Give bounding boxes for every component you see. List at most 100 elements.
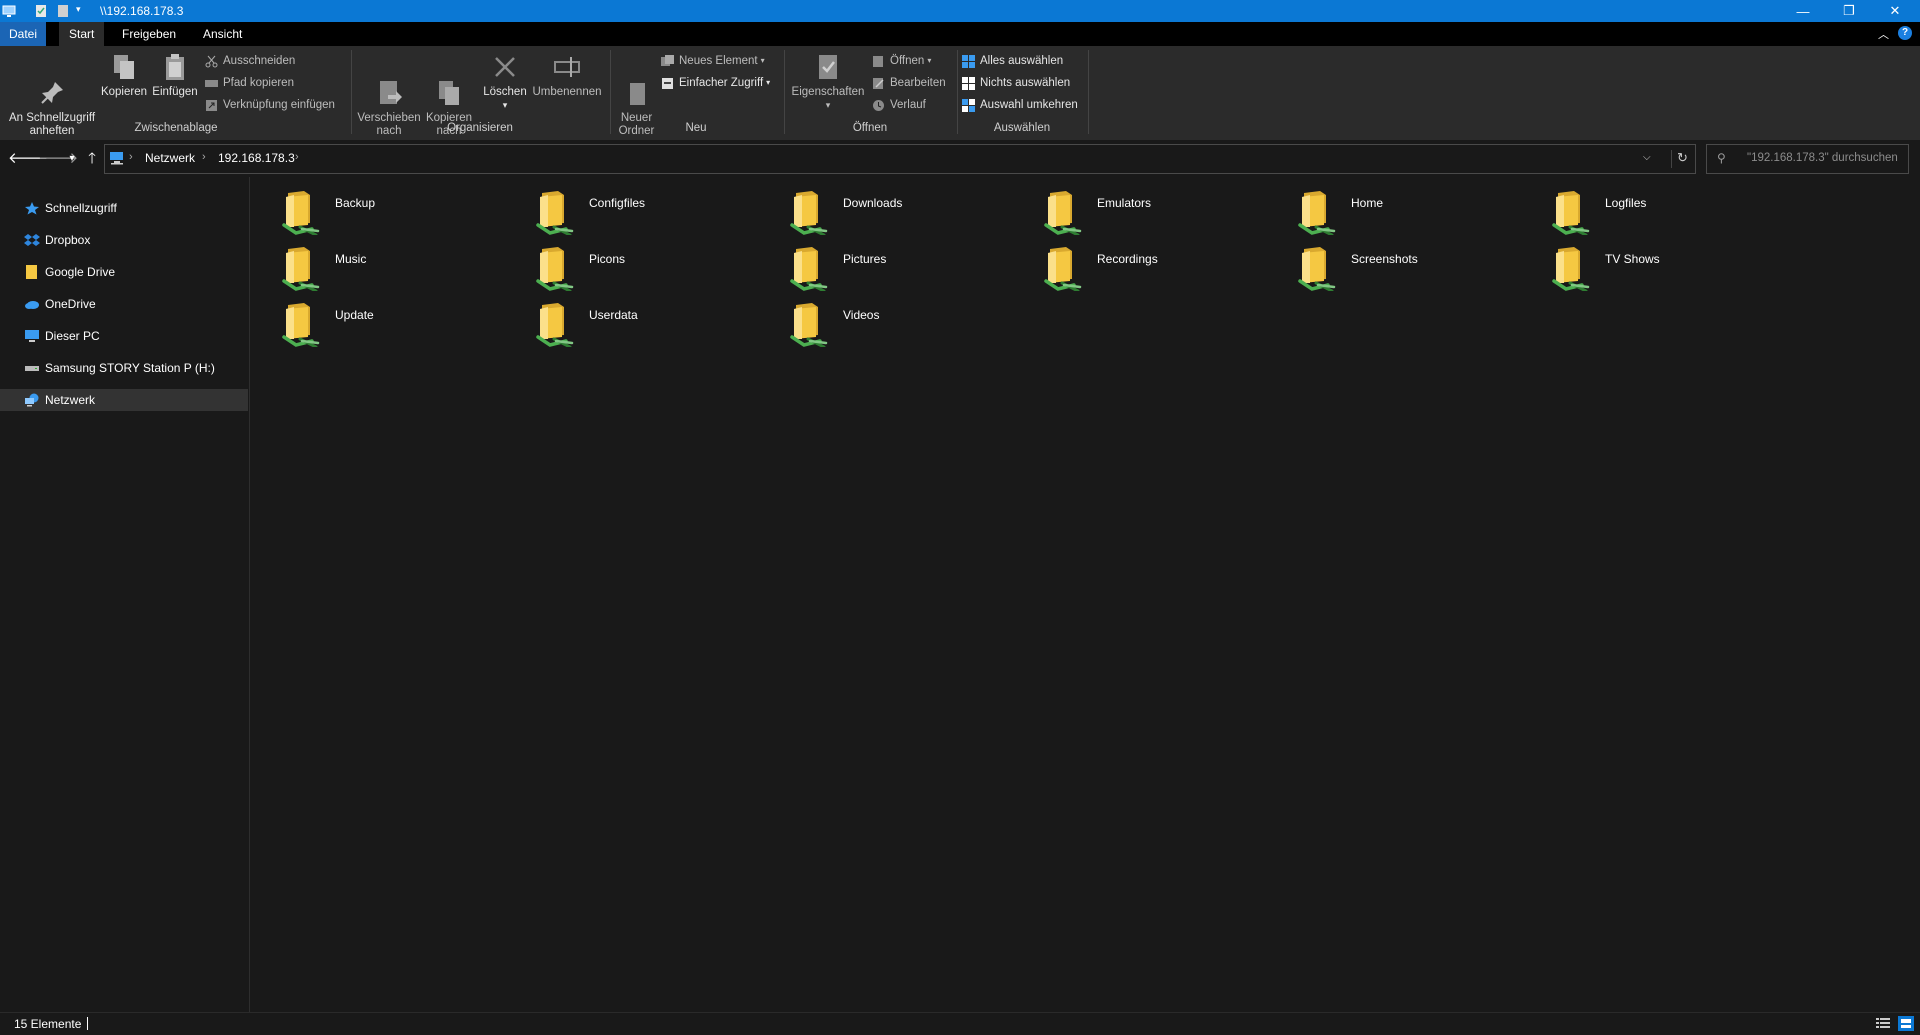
sidebar-item-label: Samsung STORY Station P (H:) bbox=[45, 361, 215, 375]
properties-icon[interactable] bbox=[34, 4, 48, 18]
address-history-chevron-icon[interactable]: ⌵ bbox=[1643, 152, 1651, 163]
folder-name: Update bbox=[335, 308, 374, 322]
search-icon: ⚲ bbox=[1717, 151, 1726, 165]
folder-item[interactable]: Recordings bbox=[1024, 239, 1274, 293]
computer-icon bbox=[2, 4, 16, 18]
sidebar-item-samsung-drive[interactable]: Samsung STORY Station P (H:) bbox=[0, 357, 248, 379]
folder-item[interactable]: Pictures bbox=[770, 239, 1020, 293]
folder-item[interactable]: Configfiles bbox=[516, 183, 766, 237]
up-button[interactable]: 🡑 bbox=[82, 149, 102, 169]
invert-selection-label: Auswahl umkehren bbox=[980, 99, 1078, 111]
folder-item[interactable]: Downloads bbox=[770, 183, 1020, 237]
edit-button[interactable]: Bearbeiten bbox=[872, 74, 946, 92]
file-list: Backup Configfiles Downloads Emulators Home L… bbox=[250, 177, 1920, 1012]
folder-item[interactable]: TV Shows bbox=[1532, 239, 1782, 293]
folder-item[interactable]: Emulators bbox=[1024, 183, 1274, 237]
copy-button[interactable]: Kopieren bbox=[100, 52, 148, 99]
refresh-icon[interactable]: ↻ bbox=[1677, 150, 1688, 166]
folder-name: Pictures bbox=[843, 252, 887, 266]
rename-button[interactable]: Umbenennen bbox=[530, 52, 604, 99]
chevron-down-icon: ▾ bbox=[766, 78, 771, 87]
close-button[interactable]: ✕ bbox=[1872, 0, 1918, 22]
paste-button[interactable]: Einfügen bbox=[151, 52, 199, 99]
folder-name: Recordings bbox=[1097, 252, 1158, 266]
address-divider bbox=[1671, 150, 1672, 168]
sidebar-item-dropbox[interactable]: Dropbox bbox=[0, 229, 248, 251]
copy-path-button[interactable]: Pfad kopieren bbox=[205, 74, 294, 92]
group-clipboard-label: Zwischenablage bbox=[134, 122, 218, 134]
open-button[interactable]: Öffnen ▾ bbox=[872, 52, 931, 70]
folder-name: Downloads bbox=[843, 196, 903, 210]
breadcrumb-separator: › bbox=[202, 151, 206, 163]
new-folder-icon[interactable] bbox=[56, 4, 70, 18]
shared-folder-icon bbox=[790, 189, 830, 237]
forward-button[interactable]: 🡒 bbox=[38, 149, 78, 169]
sidebar-item-label: Google Drive bbox=[45, 265, 116, 279]
cut-button[interactable]: Ausschneiden bbox=[205, 52, 295, 70]
new-item-button[interactable]: Neues Element ▾ bbox=[661, 52, 765, 70]
pin-quick-access-button[interactable]: An Schnellzugriff anheften bbox=[6, 52, 98, 138]
tab-datei[interactable]: Datei bbox=[0, 22, 46, 46]
tab-freigeben[interactable]: Freigeben bbox=[112, 22, 186, 46]
sidebar-item-google-drive[interactable]: Google Drive bbox=[0, 261, 248, 283]
back-button[interactable]: 🡐 bbox=[8, 149, 48, 169]
tiles-view-icon[interactable] bbox=[1898, 1016, 1914, 1031]
customize-toolbar-icon[interactable]: ▾ bbox=[76, 4, 90, 18]
delete-button[interactable]: Löschen ▾ bbox=[480, 52, 530, 112]
edit-label: Bearbeiten bbox=[890, 77, 946, 89]
properties-button[interactable]: Eigenschaften ▾ bbox=[788, 52, 868, 112]
ribbon-divider bbox=[610, 50, 611, 134]
select-none-button[interactable]: Nichts auswählen bbox=[962, 74, 1070, 92]
sidebar-item-onedrive[interactable]: OneDrive bbox=[0, 293, 248, 315]
copy-label: Kopieren bbox=[100, 86, 148, 98]
breadcrumb-host[interactable]: 192.168.178.3 bbox=[218, 151, 295, 165]
invert-selection-icon bbox=[962, 98, 975, 112]
folder-item[interactable]: Backup bbox=[262, 183, 512, 237]
rename-icon bbox=[552, 52, 582, 82]
paste-shortcut-button[interactable]: Verknüpfung einfügen bbox=[205, 96, 335, 114]
folder-item[interactable]: Picons bbox=[516, 239, 766, 293]
collapse-ribbon-icon[interactable]: ︿ bbox=[1878, 26, 1889, 42]
recent-locations-button[interactable]: ▾ bbox=[62, 149, 82, 169]
delete-label: Löschen bbox=[483, 86, 527, 98]
sidebar-item-label: OneDrive bbox=[45, 297, 96, 311]
drive-icon bbox=[24, 361, 40, 375]
folder-item[interactable]: Update bbox=[262, 295, 512, 349]
search-input[interactable]: ⚲ "192.168.178.3" durchsuchen bbox=[1706, 144, 1909, 174]
folder-name: TV Shows bbox=[1605, 252, 1660, 266]
invert-selection-button[interactable]: Auswahl umkehren bbox=[962, 96, 1078, 114]
folder-item[interactable]: Logfiles bbox=[1532, 183, 1782, 237]
history-button[interactable]: Verlauf bbox=[872, 96, 926, 114]
breadcrumb-netzwerk[interactable]: Netzwerk bbox=[145, 151, 195, 165]
folder-item[interactable]: Screenshots bbox=[1278, 239, 1528, 293]
tab-ansicht[interactable]: Ansicht bbox=[193, 22, 252, 46]
folder-item[interactable]: Music bbox=[262, 239, 512, 293]
sidebar-item-this-pc[interactable]: Dieser PC bbox=[0, 325, 248, 347]
folder-item[interactable]: Videos bbox=[770, 295, 1020, 349]
shared-folder-icon bbox=[282, 245, 322, 293]
properties-label: Eigenschaften bbox=[791, 86, 865, 98]
tab-start[interactable]: Start bbox=[59, 22, 105, 46]
scissors-icon bbox=[205, 55, 218, 68]
folder-item[interactable]: Userdata bbox=[516, 295, 766, 349]
restore-button[interactable]: ❐ bbox=[1826, 0, 1872, 22]
help-icon[interactable]: ? bbox=[1898, 26, 1912, 40]
folder-item[interactable]: Home bbox=[1278, 183, 1528, 237]
address-bar[interactable]: › Netzwerk › 192.168.178.3 › ⌵ ↻ bbox=[104, 144, 1696, 174]
move-icon bbox=[374, 65, 404, 104]
sidebar-item-label: Netzwerk bbox=[45, 393, 96, 407]
shared-folder-icon bbox=[536, 189, 576, 237]
details-view-icon[interactable] bbox=[1876, 1017, 1890, 1030]
easy-access-button[interactable]: Einfacher Zugriff ▾ bbox=[661, 74, 770, 92]
select-all-button[interactable]: Alles auswählen bbox=[962, 52, 1063, 70]
folder-name: Userdata bbox=[589, 308, 638, 322]
copy-to-icon bbox=[434, 65, 464, 105]
sidebar-item-quick-access[interactable]: Schnellzugriff bbox=[0, 197, 248, 219]
group-organize-label: Organisieren bbox=[447, 122, 513, 134]
sidebar-item-network[interactable]: Netzwerk bbox=[0, 389, 248, 411]
minimize-button[interactable]: — bbox=[1780, 0, 1826, 22]
edit-icon bbox=[872, 77, 885, 90]
group-new-label: Neu bbox=[685, 122, 707, 134]
network-icon bbox=[24, 393, 40, 407]
shared-folder-icon bbox=[1044, 189, 1084, 237]
